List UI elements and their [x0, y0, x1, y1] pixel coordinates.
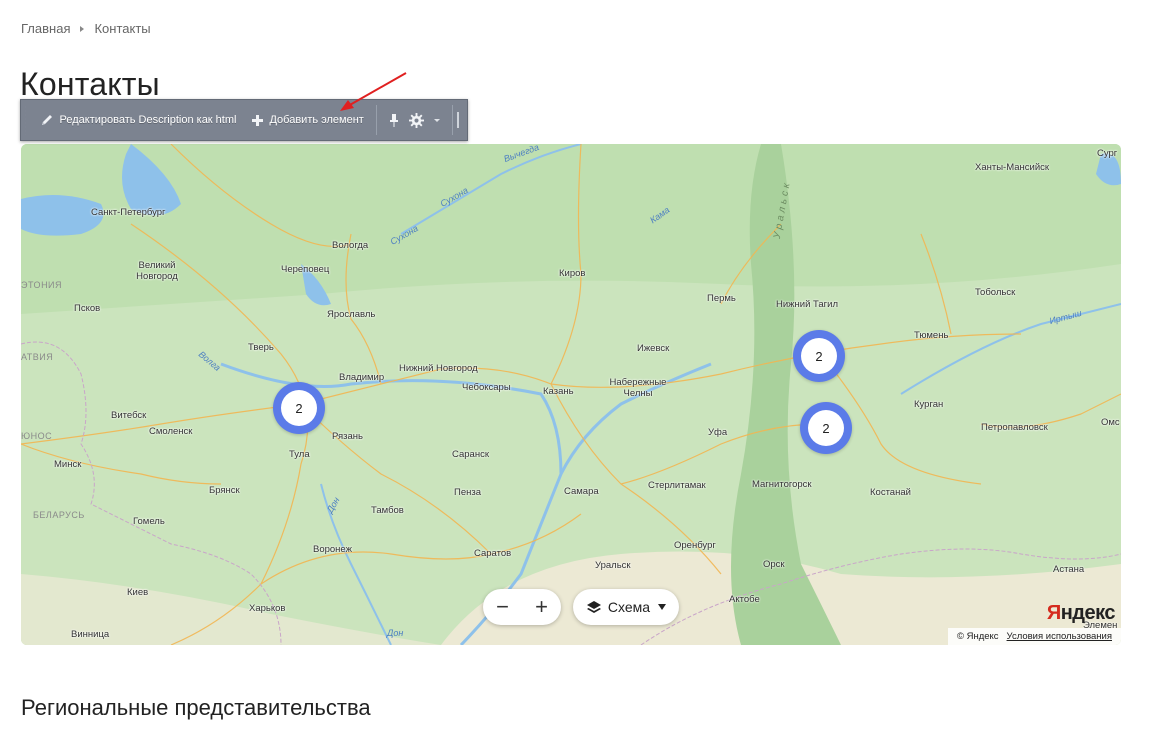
pencil-icon — [41, 115, 52, 125]
map-city-label: Ханты-Мансийск — [975, 162, 1050, 173]
terms-link[interactable]: Условия использования — [1007, 631, 1112, 642]
zoom-in-button[interactable]: + — [522, 589, 561, 625]
map-cluster-marker[interactable]: 2 — [793, 330, 845, 382]
map-city-label: Тамбов — [371, 505, 404, 516]
map-city-label: Киров — [559, 268, 586, 279]
map-city-label: Саранск — [452, 449, 489, 460]
map-city-label: Сург — [1097, 148, 1118, 159]
map-city-label: Нижний Тагил — [776, 299, 838, 310]
map-city-label: Харьков — [249, 603, 286, 614]
map-city-label: Магнитогорск — [752, 479, 812, 490]
map-region-label: ЮНОС — [21, 431, 53, 441]
map-cluster-count: 2 — [808, 410, 844, 446]
map-city-label: Самара — [564, 486, 599, 497]
layers-icon — [586, 601, 601, 613]
breadcrumb: Главная Контакты — [21, 21, 151, 36]
map-city-label: Казань — [543, 386, 574, 397]
map-city-label: Витебск — [111, 410, 147, 421]
map-city-label: Костанай — [870, 487, 911, 498]
map-city-label: Ижевск — [637, 343, 670, 354]
pin-icon — [389, 114, 398, 127]
map-city-label: Минск — [54, 459, 82, 470]
map-city-label: Актобе — [729, 594, 760, 605]
breadcrumb-separator-icon — [80, 25, 85, 32]
map-city-label: Вологда — [332, 240, 369, 251]
map-city-label: Воронеж — [313, 544, 352, 555]
zoom-controls: − + — [483, 589, 561, 625]
map-city-label: Петропавловск — [981, 422, 1048, 433]
map-cluster-marker[interactable]: 2 — [273, 382, 325, 434]
section-title: Региональные представительства — [21, 695, 371, 720]
map-city-label: Ярославль — [327, 309, 376, 320]
map-city-label: Тобольск — [975, 287, 1016, 298]
map-city-label: Псков — [74, 303, 101, 314]
map-cluster-marker[interactable]: 2 — [800, 402, 852, 454]
map-city-label: Череповец — [281, 264, 330, 275]
map-region-label: ЭТОНИЯ — [21, 280, 63, 290]
map-city-label: Уфа — [708, 427, 728, 438]
map-cluster-count: 2 — [801, 338, 837, 374]
map-river-label: Дон — [387, 628, 404, 638]
map-city-label: Стерлитамак — [648, 480, 706, 491]
map-region-label: БЕЛАРУСЬ — [33, 510, 85, 520]
map-city-label: Рязань — [332, 431, 364, 442]
map-city-label: Владимир — [339, 372, 385, 383]
chevron-down-icon — [658, 604, 667, 610]
edit-description-label: Редактировать Description как html — [59, 114, 237, 126]
map-layers-label: Схема — [607, 599, 651, 615]
map-city-label: Оренбург — [674, 540, 716, 551]
map-cluster-count: 2 — [281, 390, 317, 426]
map-city-label: Уральск — [595, 560, 631, 571]
map-city-label: Чебоксары — [462, 382, 511, 393]
map-city-label: Санкт-Петербург — [91, 207, 166, 218]
page-title: Контакты — [20, 66, 160, 102]
map-city-label: Винница — [71, 629, 110, 640]
map-city-label: Омс — [1101, 417, 1120, 428]
add-element-label: Добавить элемент — [269, 114, 364, 126]
plus-icon — [252, 114, 264, 126]
gear-icon — [408, 112, 424, 128]
map-city-label: Тюмень — [914, 330, 949, 341]
map-city-label: Брянск — [209, 485, 240, 496]
map-city-label: Гомель — [133, 516, 165, 527]
toolbar-resize-handle[interactable] — [456, 112, 459, 128]
map-city-label: Смоленск — [149, 426, 193, 437]
annotation-arrow-icon — [340, 72, 407, 111]
map-city-label: Астана — [1053, 564, 1085, 575]
copyright-text: © Яндекс — [956, 631, 999, 642]
edit-description-button[interactable]: Редактировать Description как html — [32, 100, 245, 140]
map-city-label: Тверь — [248, 342, 274, 353]
map-layers-button[interactable]: Схема — [573, 589, 679, 625]
toolbar-divider — [451, 105, 453, 135]
map-city-label: Киев — [127, 587, 149, 598]
toolbar-drag-handle[interactable] — [25, 105, 26, 135]
map-city-label: Пенза — [454, 487, 481, 498]
breadcrumb-current: Контакты — [94, 21, 151, 36]
map-city-label: Тула — [289, 449, 310, 460]
breadcrumb-home-link[interactable]: Главная — [21, 21, 70, 36]
yandex-logo: Яндекс — [1046, 602, 1116, 624]
map-city-label: Нижний Новгород — [399, 363, 478, 374]
map-copyright: © Яндекс Условия использования — [947, 628, 1121, 645]
chevron-down-icon — [433, 118, 440, 122]
map-city-label: Пермь — [707, 293, 736, 304]
map-city-label: Орск — [763, 559, 785, 570]
map-region-label: АТВИЯ — [21, 352, 54, 362]
zoom-out-button[interactable]: − — [483, 589, 522, 625]
yandex-map[interactable]: ЭТОНИЯ АТВИЯ ЮНОС БЕЛАРУСЬ Вычегда Сухон… — [21, 144, 1121, 645]
map-city-label: Набережные Челны — [609, 377, 667, 399]
map-city-label: Великий Новгород — [136, 260, 178, 282]
map-city-label: Саратов — [474, 548, 512, 559]
map-city-label: Курган — [914, 399, 944, 410]
